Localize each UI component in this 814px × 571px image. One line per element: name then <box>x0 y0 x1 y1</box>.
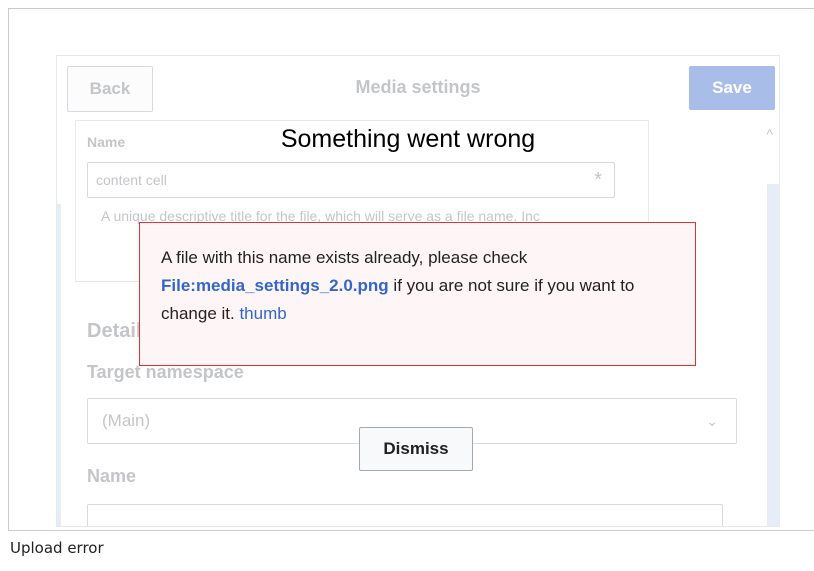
thumb-link[interactable]: thumb <box>239 304 286 323</box>
error-title: Something went wrong <box>280 125 536 153</box>
file-link[interactable]: File:media_settings_2.0.png <box>161 276 389 295</box>
thumbnail-frame: Back Media settings Save ^ Name content … <box>8 8 814 531</box>
dismiss-button[interactable]: Dismiss <box>359 427 473 471</box>
caption: Upload error <box>10 539 104 557</box>
error-message: A file with this name exists already, pl… <box>161 244 681 328</box>
error-message-box: A file with this name exists already, pl… <box>139 222 696 366</box>
error-message-before: A file with this name exists already, pl… <box>161 248 528 267</box>
error-overlay: Something went wrong A file with this na… <box>9 9 814 530</box>
